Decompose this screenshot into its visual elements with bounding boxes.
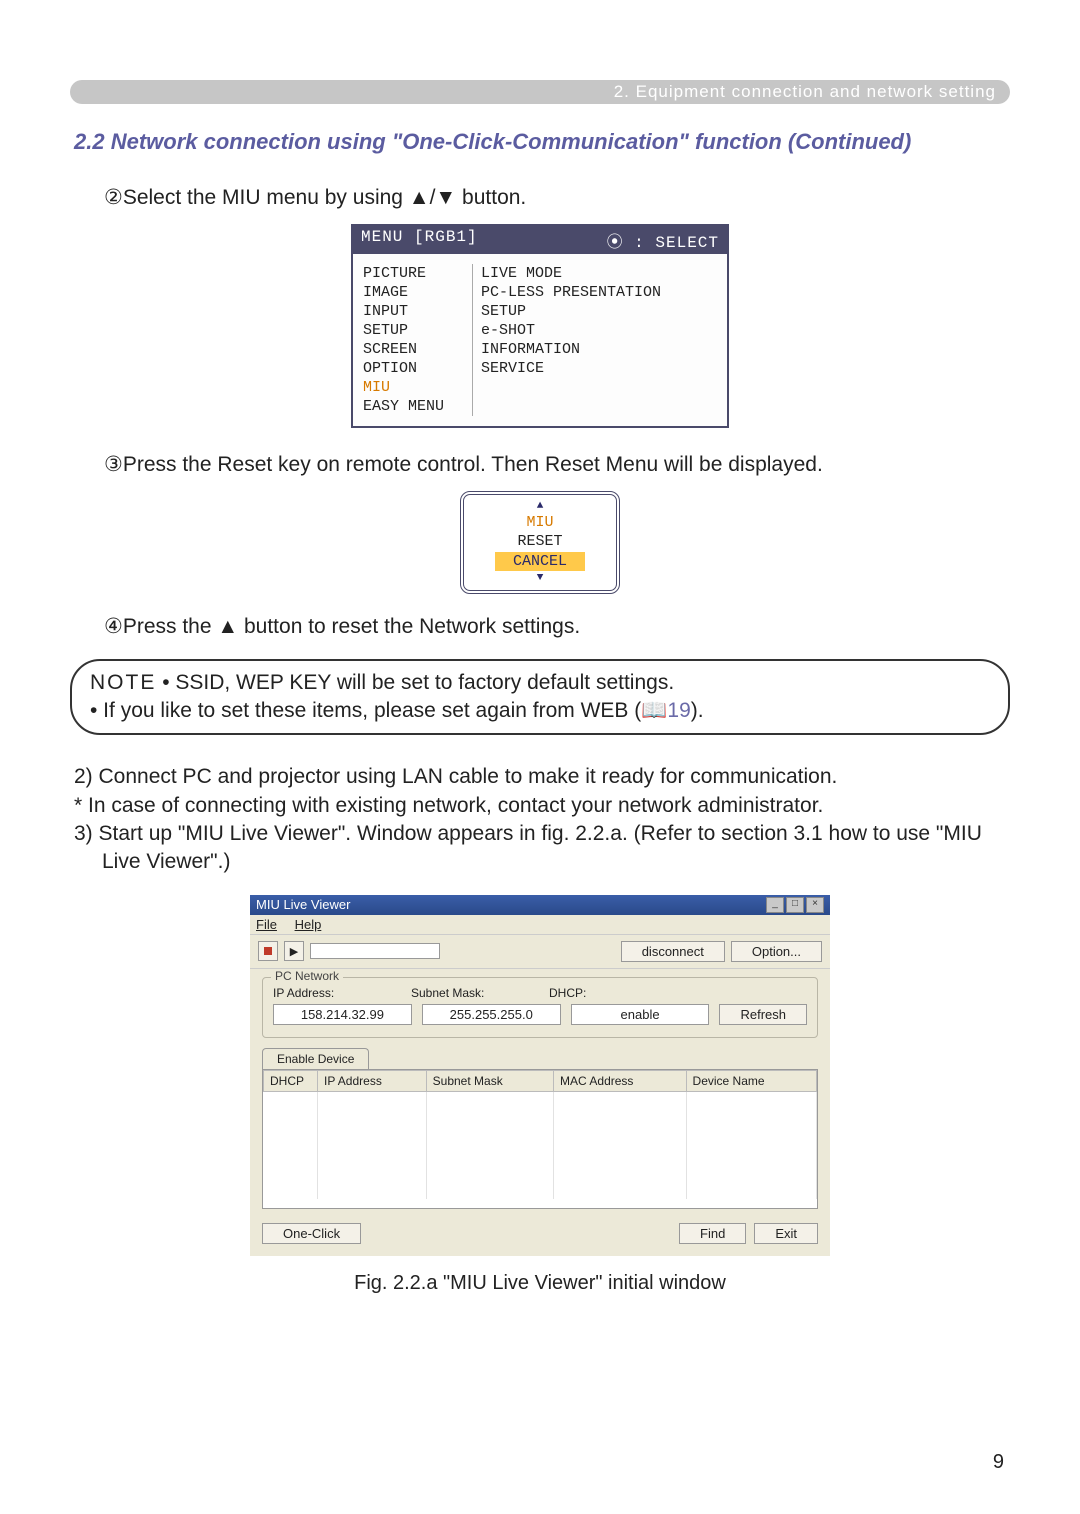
stop-button[interactable] [258, 941, 278, 961]
play-button[interactable]: ▶ [284, 941, 304, 961]
col-name[interactable]: Device Name [686, 1070, 816, 1091]
col-ip[interactable]: IP Address [318, 1070, 427, 1091]
reset-menu: ▲ MIU RESET CANCEL ▼ [460, 491, 620, 594]
step-2-text: ②Select the MIU menu by using ▲/▼ button… [104, 185, 1010, 210]
maximize-button[interactable]: □ [786, 897, 804, 913]
osd-left-item: PICTURE [363, 264, 464, 283]
osd-right-item: PC-LESS PRESENTATION [481, 283, 661, 302]
osd-title-right: ⦿ : SELECT [607, 228, 719, 252]
down-arrow-icon: ▼ [464, 571, 616, 585]
table-row [264, 1091, 817, 1109]
note-label: NOTE [90, 671, 156, 694]
enable-device-tab[interactable]: Enable Device [262, 1048, 369, 1069]
exit-button[interactable]: Exit [754, 1223, 818, 1244]
section-title: 2.2 Network connection using "One-Click-… [70, 128, 1010, 157]
dhcp-value: enable [571, 1004, 710, 1025]
up-arrow-icon: ▲ [464, 499, 616, 513]
figure-caption: Fig. 2.2.a "MIU Live Viewer" initial win… [70, 1272, 1010, 1295]
help-menu[interactable]: Help [295, 917, 322, 932]
dhcp-label: DHCP: [549, 986, 669, 1000]
ip-value: 158.214.32.99 [273, 1004, 412, 1025]
osd-right-item: e-SHOT [481, 321, 661, 340]
osd-right-item: SERVICE [481, 359, 661, 378]
col-mac[interactable]: MAC Address [554, 1070, 686, 1091]
refresh-button[interactable]: Refresh [719, 1004, 807, 1025]
page-number: 9 [993, 1451, 1004, 1474]
file-menu[interactable]: File [256, 917, 277, 932]
osd-left-item: SETUP [363, 321, 464, 340]
menu-bar: File Help [250, 915, 830, 935]
mask-label: Subnet Mask: [411, 986, 531, 1000]
book-ref-icon: 📖19 [641, 699, 691, 722]
col-dhcp[interactable]: DHCP [264, 1070, 318, 1091]
step-4-text: ④Press the ▲ button to reset the Network… [104, 614, 1010, 639]
osd-title-left: MENU [RGB1] [361, 228, 478, 252]
osd-left-item: INPUT [363, 302, 464, 321]
table-row [264, 1163, 817, 1181]
find-button[interactable]: Find [679, 1223, 746, 1244]
table-row [264, 1181, 817, 1199]
osd-menu: MENU [RGB1] ⦿ : SELECT PICTURE IMAGE INP… [351, 224, 729, 428]
section-header-text: 2. Equipment connection and network sett… [614, 82, 996, 102]
osd-miu-item: MIU [363, 378, 464, 397]
note-line2b: ). [691, 699, 704, 722]
osd-easy-menu: EASY MENU [363, 397, 464, 416]
pc-network-group-label: PC Network [271, 969, 343, 983]
status-bar [310, 943, 440, 959]
play-icon: ▶ [290, 945, 298, 958]
window-titlebar: MIU Live Viewer _ □ × [250, 895, 830, 915]
col-mask[interactable]: Subnet Mask [426, 1070, 553, 1091]
note-line1: • SSID, WEP KEY will be set to factory d… [162, 671, 674, 694]
section-header: 2. Equipment connection and network sett… [70, 80, 1010, 104]
table-row [264, 1109, 817, 1127]
toolbar: ▶ disconnect Option... [250, 935, 830, 969]
step-startup-text: 3) Start up "MIU Live Viewer". Window ap… [74, 820, 1010, 877]
table-row [264, 1127, 817, 1145]
pc-network-group: PC Network IP Address: Subnet Mask: DHCP… [262, 977, 818, 1038]
step-3-text: ③Press the Reset key on remote control. … [104, 452, 1010, 477]
table-row [264, 1145, 817, 1163]
osd-right-item: LIVE MODE [481, 264, 661, 283]
reset-label: RESET [464, 532, 616, 552]
device-table: DHCP IP Address Subnet Mask MAC Address … [262, 1069, 818, 1209]
note-line2a: • If you like to set these items, please… [90, 699, 641, 722]
step-connect-text: 2) Connect PC and projector using LAN ca… [74, 763, 1010, 791]
osd-left-item: SCREEN [363, 340, 464, 359]
ip-label: IP Address: [273, 986, 393, 1000]
reset-miu-label: MIU [464, 513, 616, 533]
window-title: MIU Live Viewer [256, 897, 766, 912]
close-button[interactable]: × [806, 897, 824, 913]
miu-live-viewer-window: MIU Live Viewer _ □ × File Help ▶ discon… [250, 895, 830, 1256]
option-button[interactable]: Option... [731, 941, 822, 962]
mask-value: 255.255.255.0 [422, 1004, 561, 1025]
osd-right-item: SETUP [481, 302, 661, 321]
osd-right-item: INFORMATION [481, 340, 661, 359]
step-existing-network-text: * In case of connecting with existing ne… [74, 792, 1010, 820]
cancel-label: CANCEL [495, 552, 585, 572]
one-click-button[interactable]: One-Click [262, 1223, 361, 1244]
minimize-button[interactable]: _ [766, 897, 784, 913]
osd-left-item: IMAGE [363, 283, 464, 302]
osd-left-item: OPTION [363, 359, 464, 378]
note-box: NOTE • SSID, WEP KEY will be set to fact… [70, 659, 1010, 736]
disconnect-button[interactable]: disconnect [621, 941, 725, 962]
